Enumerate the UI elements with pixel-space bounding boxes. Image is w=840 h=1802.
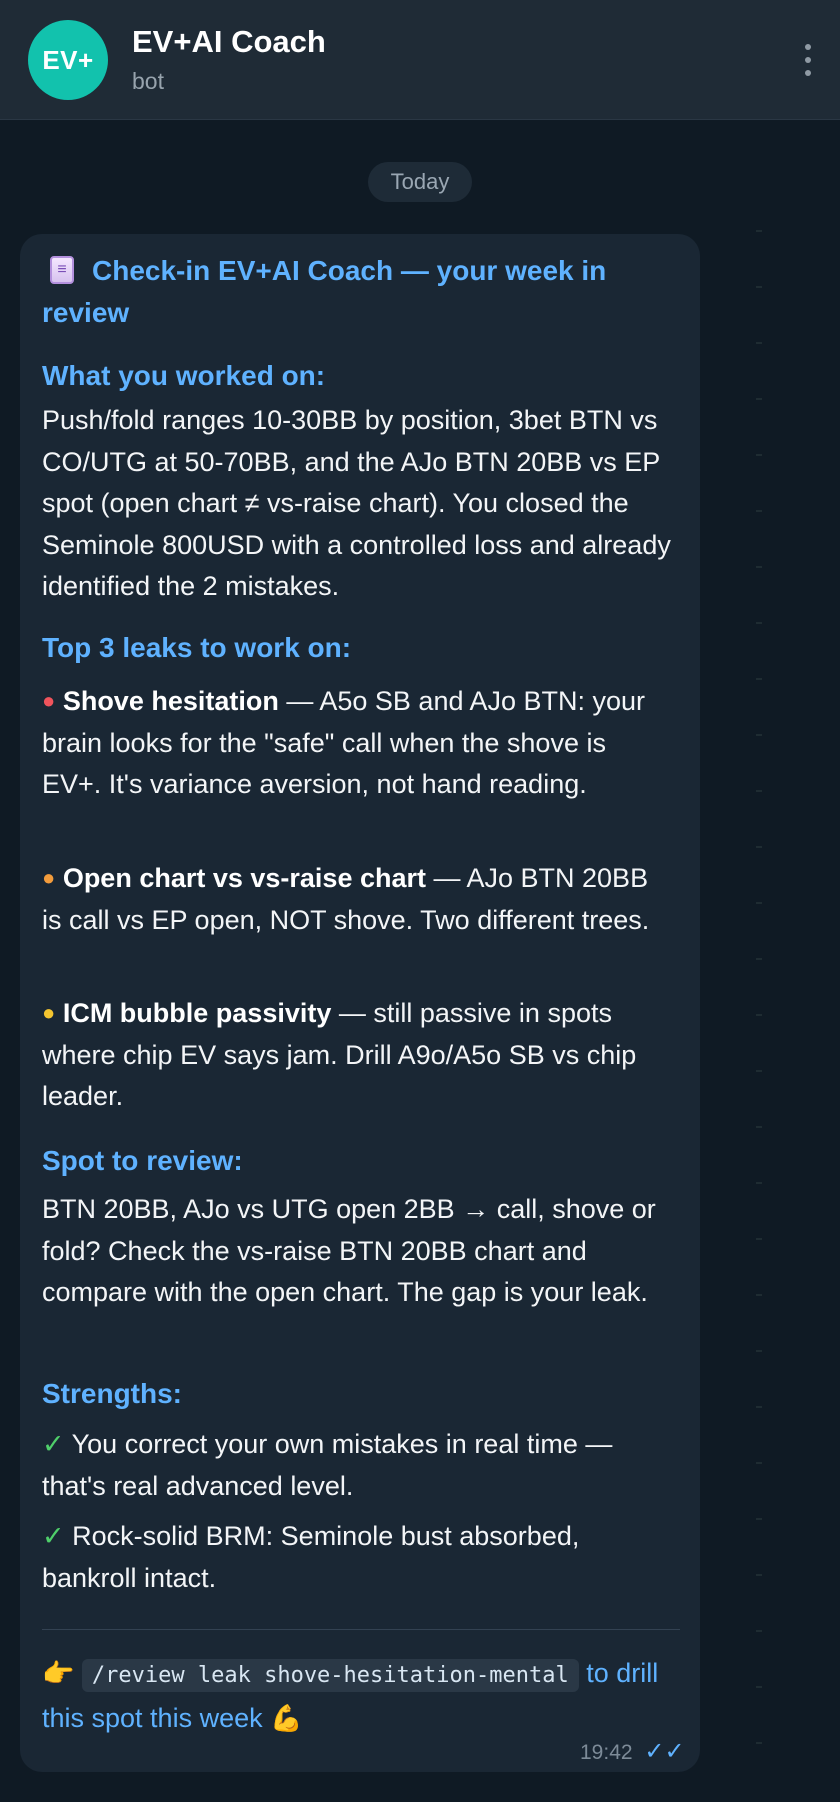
- chat-title[interactable]: EV+AI Coach: [132, 24, 326, 60]
- leak-title: Shove hesitation: [62, 686, 279, 716]
- vertical-dots-icon[interactable]: [796, 40, 820, 80]
- strengths-heading: Strengths:: [42, 1378, 182, 1409]
- message-title: Check-in EV+AI Coach — your week in revi…: [42, 255, 607, 328]
- worked-on-heading: What you worked on:: [42, 360, 326, 391]
- pointing-hand-icon: 👉: [42, 1658, 75, 1688]
- strength-text: Rock-solid BRM: Seminole bust absorbed, …: [42, 1521, 580, 1593]
- strength-item: ✓ Rock-solid BRM: Seminole bust absorbed…: [42, 1516, 672, 1599]
- chat-subtitle: bot: [132, 68, 164, 94]
- leak-item: ● Open chart vs vs-raise chart — AJo BTN…: [42, 857, 672, 941]
- command-link[interactable]: /review leak shove-hesitation-mental: [81, 1659, 579, 1692]
- leak-item: ● ICM bubble passivity — still passive i…: [42, 992, 672, 1118]
- call-to-action: 👉 /review leak shove-hesitation-mental t…: [42, 1652, 672, 1739]
- orange-bullet-icon: ●: [42, 865, 56, 890]
- flexed-biceps-icon: 💪: [270, 1703, 303, 1733]
- leak-item: ● Shove hesitation — A5o SB and AJo BTN:…: [42, 680, 672, 806]
- spot-heading: Spot to review:: [42, 1145, 243, 1176]
- chat-header: EV+ EV+AI Coach bot: [0, 0, 840, 120]
- message-meta: 19:42 ✓✓: [580, 1737, 685, 1766]
- strength-text: You correct your own mistakes in real ti…: [42, 1429, 613, 1501]
- strength-item: ✓ You correct your own mistakes in real …: [42, 1424, 672, 1507]
- date-separator: Today: [368, 162, 472, 202]
- background-pattern: [756, 230, 762, 1780]
- divider: [42, 1629, 680, 1630]
- avatar[interactable]: EV+: [28, 20, 108, 100]
- yellow-bullet-icon: ●: [42, 1000, 56, 1025]
- check-icon: ✓: [42, 1429, 65, 1459]
- worked-on-text: Push/fold ranges 10-30BB by position, 3b…: [42, 405, 671, 601]
- spot-text: BTN 20BB, AJo vs UTG open 2BB → call, sh…: [42, 1194, 656, 1307]
- red-bullet-icon: ●: [42, 688, 56, 713]
- message-time: 19:42: [580, 1741, 633, 1764]
- double-check-icon: ✓✓: [644, 1738, 685, 1765]
- check-icon: ✓: [42, 1521, 65, 1551]
- leak-title: ICM bubble passivity: [62, 998, 332, 1028]
- leak-title: Open chart vs vs-raise chart: [62, 863, 426, 893]
- leaks-heading: Top 3 leaks to work on:: [42, 632, 352, 663]
